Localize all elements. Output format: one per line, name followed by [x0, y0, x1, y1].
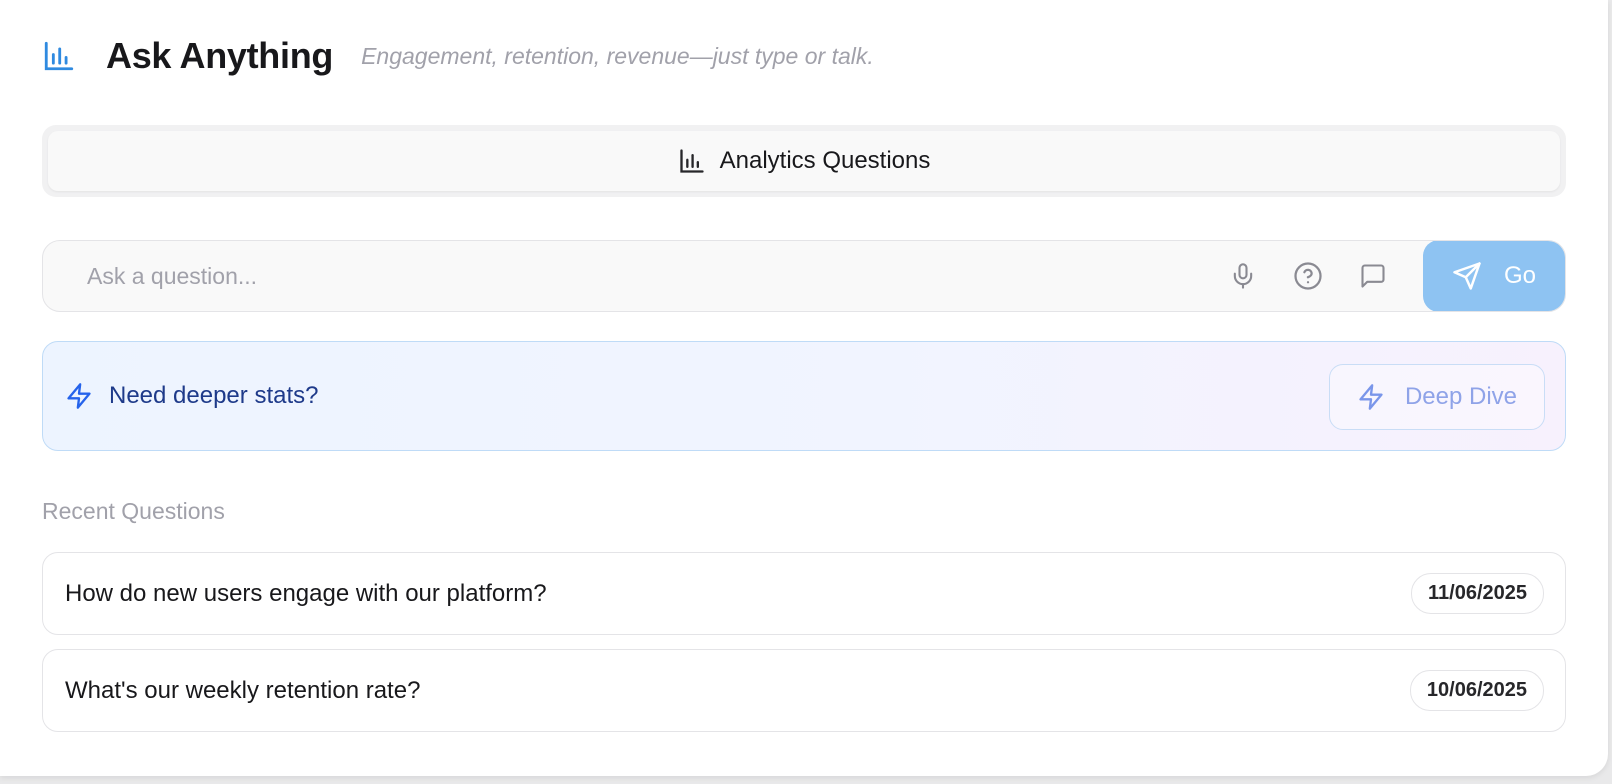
lightning-icon	[1357, 382, 1387, 412]
deeper-stats-banner: Need deeper stats? Deep Dive	[42, 341, 1566, 451]
recent-questions-heading: Recent Questions	[42, 498, 225, 524]
page-title: Ask Anything	[106, 35, 334, 76]
go-button[interactable]: Go	[1423, 241, 1565, 311]
send-icon	[1452, 261, 1482, 291]
date-badge: 11/06/2025	[1411, 573, 1544, 614]
lightning-icon	[65, 381, 95, 411]
recent-question-item[interactable]: What's our weekly retention rate? 10/06/…	[42, 649, 1566, 732]
deep-dive-button[interactable]: Deep Dive	[1329, 364, 1545, 430]
date-badge: 10/06/2025	[1409, 670, 1544, 711]
recent-questions-list: How do new users engage with our platfor…	[42, 552, 1566, 746]
question-search-bar: Go	[42, 240, 1566, 312]
tab-label: Analytics Questions	[719, 147, 931, 174]
help-circle-icon[interactable]	[1293, 261, 1323, 291]
question-input[interactable]	[43, 241, 1228, 311]
recent-question-text: How do new users engage with our platfor…	[65, 579, 547, 607]
bar-chart-icon	[42, 39, 76, 73]
recent-question-item[interactable]: How do new users engage with our platfor…	[42, 552, 1566, 635]
deep-dive-label: Deep Dive	[1404, 383, 1518, 410]
microphone-icon[interactable]	[1228, 261, 1258, 291]
banner-text: Need deeper stats?	[109, 382, 319, 409]
message-square-icon[interactable]	[1358, 261, 1388, 291]
page-subtitle: Engagement, retention, revenue—just type…	[361, 42, 874, 69]
tab-analytics-questions[interactable]: Analytics Questions	[48, 131, 1560, 191]
ask-anything-card: Ask Anything Engagement, retention, reve…	[0, 0, 1608, 776]
tab-bar: Analytics Questions	[42, 125, 1566, 197]
recent-question-text: What's our weekly retention rate?	[65, 676, 421, 704]
bar-chart-icon	[678, 147, 706, 175]
go-button-label: Go	[1503, 262, 1536, 289]
header: Ask Anything Engagement, retention, reve…	[42, 34, 874, 78]
